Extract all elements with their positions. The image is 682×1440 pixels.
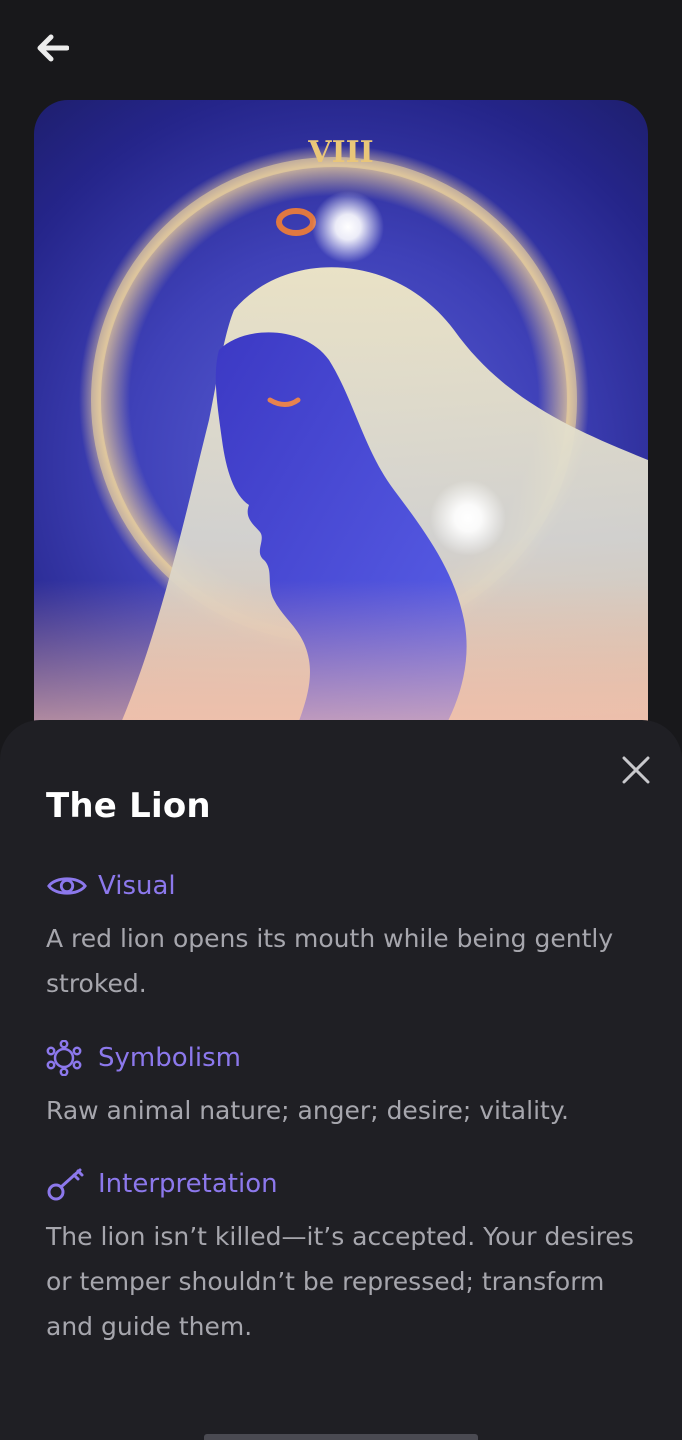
molecule-icon [46, 1038, 88, 1078]
section-body-symbolism: Raw animal nature; anger; desire; vitali… [46, 1096, 569, 1125]
back-button[interactable] [28, 26, 76, 74]
tarot-card-artwork: VIII [34, 100, 648, 760]
section-body-interpretation: The lion isn’t killed—it’s accepted. You… [46, 1222, 634, 1341]
card-details-sheet: The Lion Visual A red lion opens its mou… [0, 720, 682, 1440]
section-title-symbolism: Symbolism [98, 1043, 241, 1073]
section-visual: Visual A red lion opens its mouth while … [46, 866, 646, 1006]
section-body-visual: A red lion opens its mouth while being g… [46, 924, 614, 998]
eye-icon [46, 866, 88, 906]
section-title-visual: Visual [98, 871, 176, 901]
section-title-interpretation: Interpretation [98, 1169, 278, 1199]
card-numeral: VIII [307, 135, 373, 170]
close-button[interactable] [618, 754, 654, 790]
card-title: The Lion [46, 786, 211, 826]
section-interpretation: Interpretation The lion isn’t killed—it’… [46, 1164, 646, 1349]
home-indicator [204, 1434, 478, 1440]
close-icon [621, 755, 651, 789]
section-symbolism: Symbolism Raw animal nature; anger; desi… [46, 1038, 646, 1133]
key-icon [46, 1164, 88, 1204]
arrow-left-icon [35, 33, 70, 67]
